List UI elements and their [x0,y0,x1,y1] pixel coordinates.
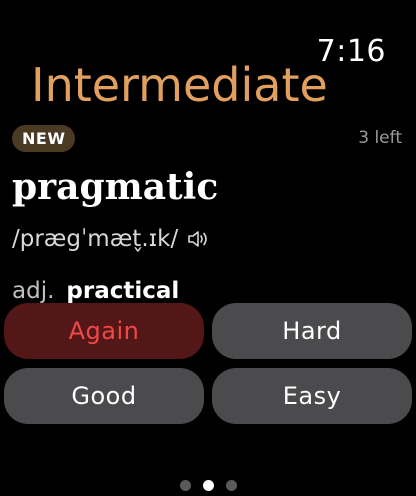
pronunciation-row: /prægˈmæt̬.ɪk/ [12,226,210,252]
page-dot [179,480,191,491]
speaker-icon-glyph [188,231,208,247]
definition: adj. practical [12,278,179,304]
card-word: pragmatic [12,166,219,208]
part-of-speech: adj. [12,278,55,304]
page-dot [202,480,214,491]
page-indicator [0,480,416,491]
pronunciation-text: /prægˈmæt̬.ɪk/ [12,226,179,252]
deck-title: Intermediate [31,58,328,112]
cards-remaining: 3 left [358,128,402,148]
page-dot [225,480,237,491]
again-button[interactable]: Again [4,303,204,359]
speaker-icon[interactable] [188,230,210,248]
good-button[interactable]: Good [4,368,204,424]
new-badge: NEW [12,125,76,152]
hard-button[interactable]: Hard [212,303,412,359]
definition-meaning: practical [66,278,180,304]
easy-button[interactable]: Easy [212,368,412,424]
definition-area: adj. practical [0,270,416,306]
